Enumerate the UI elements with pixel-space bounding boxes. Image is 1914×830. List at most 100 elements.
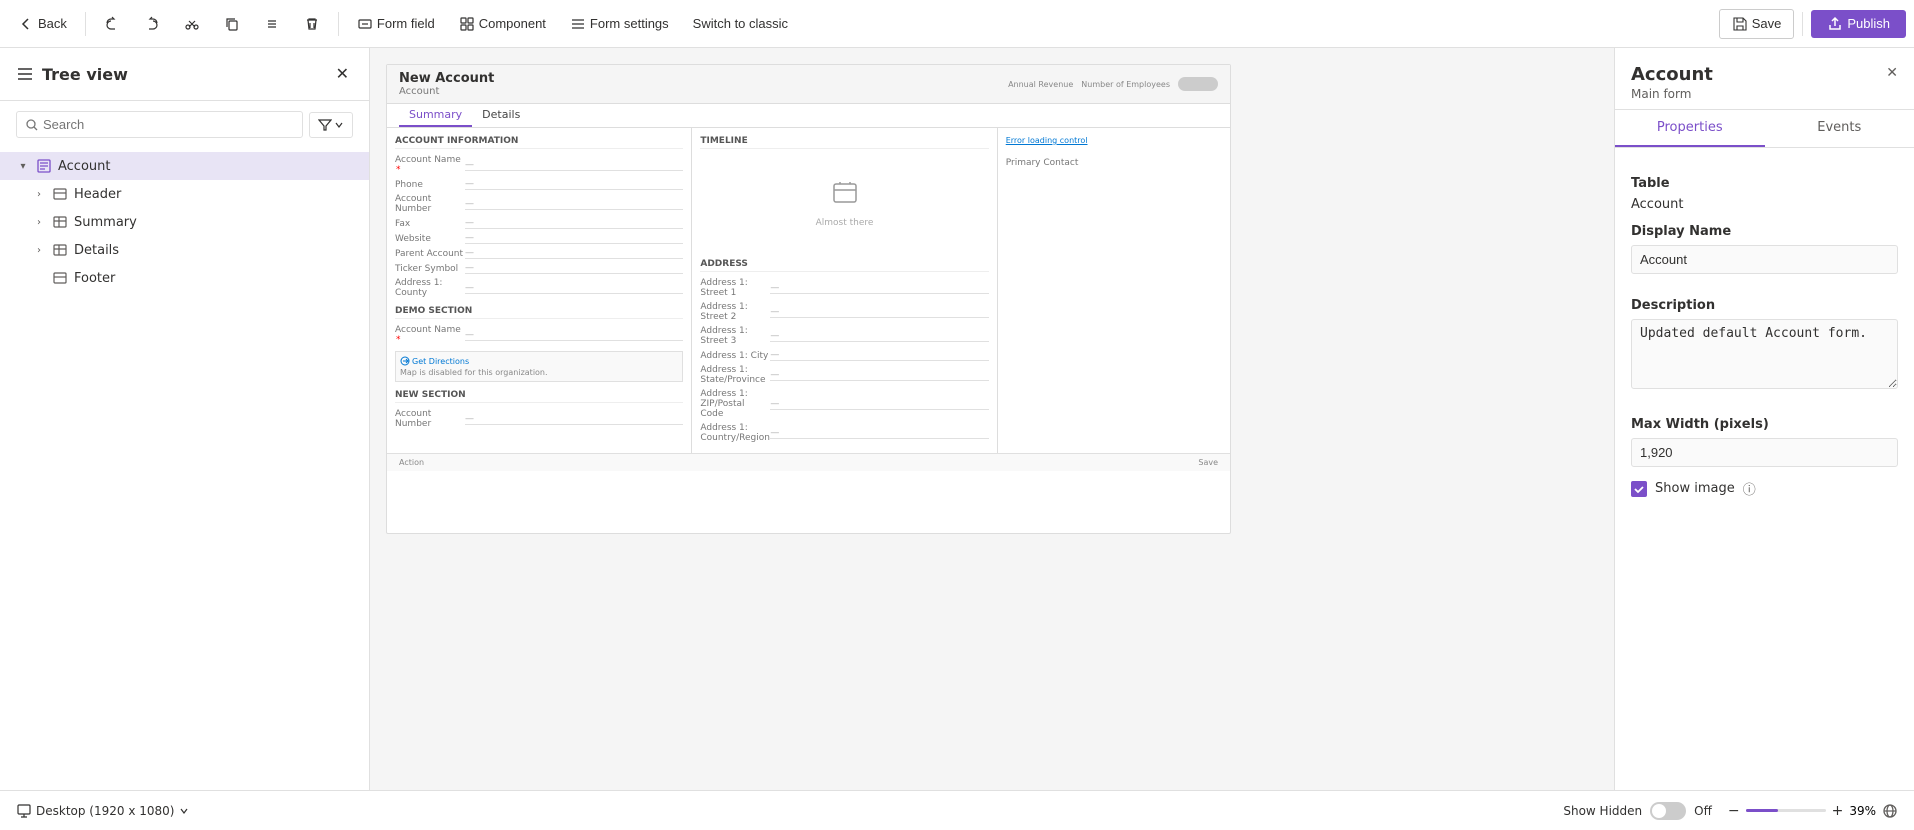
sidebar-item-footer-label: Footer	[74, 271, 115, 286]
toolbar: Back Form field Component Form settings …	[0, 0, 1914, 48]
zoom-slider[interactable]	[1746, 809, 1826, 812]
preview-form-subtitle: Account	[399, 86, 494, 97]
rp-display-name-input[interactable]	[1631, 245, 1898, 274]
component-button[interactable]: Component	[449, 10, 556, 38]
rp-table-value: Account	[1631, 197, 1898, 212]
get-directions-label: Get Directions	[412, 357, 469, 366]
publish-button[interactable]: Publish	[1811, 10, 1906, 38]
chevron-down-icon	[334, 120, 344, 130]
get-directions: Get Directions	[400, 356, 678, 366]
form-tree-icon	[36, 158, 52, 174]
section-tree-icon	[52, 186, 68, 202]
back-label: Back	[38, 16, 67, 31]
zoom-track	[1746, 809, 1778, 812]
cut-icon	[184, 16, 200, 32]
field-address-country: Address 1: Country/Region —	[700, 421, 988, 445]
delete-button[interactable]	[294, 10, 330, 38]
zoom-plus-icon[interactable]: +	[1832, 803, 1844, 819]
more-expand-button[interactable]	[254, 10, 290, 38]
redo-button[interactable]	[134, 10, 170, 38]
right-panel: Account Main form ✕ Properties Events Ta…	[1614, 48, 1914, 790]
chevron-icon-summary: ›	[32, 217, 46, 228]
preview-tab-details[interactable]: Details	[472, 104, 530, 127]
field-address-county: Address 1: County —	[395, 276, 683, 300]
timeline-svg-icon	[830, 178, 860, 208]
undo-button[interactable]	[94, 10, 130, 38]
sidebar-item-summary[interactable]: › Summary	[0, 208, 369, 236]
zoom-minus-icon[interactable]: −	[1728, 803, 1740, 819]
timeline-placeholder: Almost there	[700, 153, 988, 253]
sidebar: Tree view ✕ ▾ Account ›	[0, 48, 370, 790]
sidebar-item-footer[interactable]: › Footer	[0, 264, 369, 292]
preview-tab-summary[interactable]: Summary	[399, 104, 472, 127]
back-button[interactable]: Back	[8, 10, 77, 38]
form-field-button[interactable]: Form field	[347, 10, 445, 38]
canvas: New Account Account Annual Revenue Numbe…	[370, 48, 1614, 790]
desktop-icon	[16, 803, 32, 819]
rp-show-image-checkbox[interactable]	[1631, 481, 1647, 497]
globe-icon	[1882, 803, 1898, 819]
delete-icon	[304, 16, 320, 32]
cut-button[interactable]	[174, 10, 210, 38]
preview-form-title: New Account	[399, 71, 494, 86]
field-new-account-number: Account Number —	[395, 407, 683, 431]
sidebar-item-account-label: Account	[58, 159, 111, 174]
main-area: Tree view ✕ ▾ Account ›	[0, 48, 1914, 790]
primary-contact-area: Primary Contact	[1006, 158, 1222, 168]
form-settings-button[interactable]: Form settings	[560, 10, 679, 38]
redo-icon	[144, 16, 160, 32]
sidebar-item-header[interactable]: › Header	[0, 180, 369, 208]
save-icon	[1732, 16, 1748, 32]
right-panel-title: Account	[1631, 64, 1713, 85]
rp-show-image-label: Show image	[1655, 481, 1735, 496]
desktop-label: Desktop (1920 x 1080)	[36, 804, 174, 818]
preview-footer-action-label: Action	[399, 458, 424, 467]
rp-tab-properties[interactable]: Properties	[1615, 110, 1765, 147]
back-icon	[18, 16, 34, 32]
sidebar-item-details-label: Details	[74, 243, 119, 258]
publish-label: Publish	[1847, 16, 1890, 31]
rp-max-width-input[interactable]	[1631, 438, 1898, 467]
right-panel-close-button[interactable]: ✕	[1886, 64, 1898, 81]
rp-max-width-label: Max Width (pixels)	[1631, 417, 1898, 432]
field-address-street3: Address 1: Street 3 —	[700, 324, 988, 348]
save-button[interactable]: Save	[1719, 9, 1795, 39]
chevron-icon-details: ›	[32, 245, 46, 256]
show-hidden-toggle[interactable]	[1650, 802, 1686, 820]
rp-tab-events[interactable]: Events	[1765, 110, 1914, 147]
right-panel-tabs: Properties Events	[1615, 110, 1914, 148]
rp-table-label: Table	[1631, 176, 1898, 191]
almost-there-text: Almost there	[816, 218, 874, 228]
zoom-label: 39%	[1849, 804, 1876, 818]
switch-classic-button[interactable]: Switch to classic	[683, 10, 798, 37]
copy-button[interactable]	[214, 10, 250, 38]
table-tree-icon-2	[52, 242, 68, 258]
address-section-title: ADDRESS	[700, 259, 988, 272]
filter-button[interactable]	[309, 112, 353, 138]
sidebar-item-details[interactable]: › Details	[0, 236, 369, 264]
preview-body: ACCOUNT INFORMATION Account Name * — Pho…	[387, 128, 1230, 453]
sidebar-item-account[interactable]: ▾ Account	[0, 152, 369, 180]
preview-header: New Account Account Annual Revenue Numbe…	[387, 65, 1230, 104]
info-icon: ⓘ	[1743, 479, 1756, 498]
publish-icon	[1827, 16, 1843, 32]
annual-revenue-label: Annual Revenue	[1008, 80, 1073, 89]
preview-center-col: Timeline Almost there ADDRESS Address 1:…	[692, 128, 997, 453]
off-label: Off	[1694, 804, 1712, 818]
undo-icon	[104, 16, 120, 32]
form-settings-icon	[570, 16, 586, 32]
form-field-label: Form field	[377, 16, 435, 31]
error-loading-link[interactable]: Error loading control	[1006, 136, 1088, 145]
timeline-icon	[830, 178, 860, 214]
primary-contact-label: Primary Contact	[1006, 158, 1079, 168]
search-input[interactable]	[43, 117, 294, 132]
sidebar-header: Tree view ✕	[0, 48, 369, 101]
tree-area: ▾ Account › Header › Summary › Details	[0, 148, 369, 790]
field-address-street1: Address 1: Street 1 —	[700, 276, 988, 300]
sidebar-close-button[interactable]: ✕	[332, 60, 353, 88]
bottom-bar: Desktop (1920 x 1080) Show Hidden Off − …	[0, 790, 1914, 830]
rp-description-textarea[interactable]: Updated default Account form.	[1631, 319, 1898, 389]
account-info-section-title: ACCOUNT INFORMATION	[395, 136, 683, 149]
desktop-select[interactable]: Desktop (1920 x 1080)	[16, 803, 190, 819]
chevron-icon-header: ›	[32, 189, 46, 200]
